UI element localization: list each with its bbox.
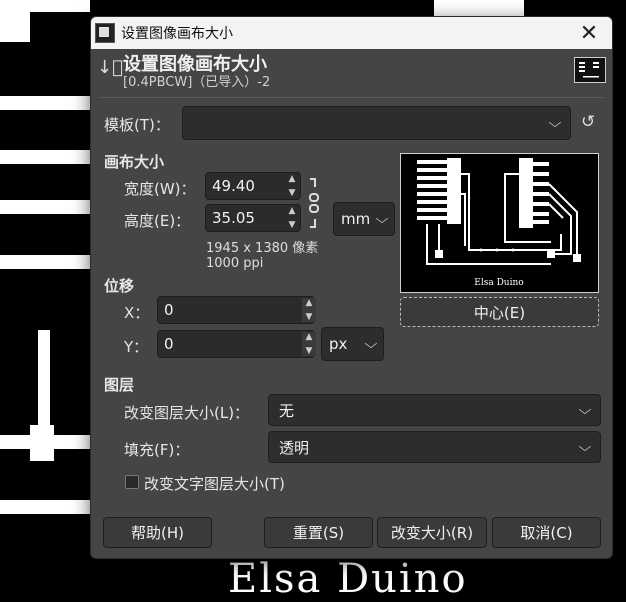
offset-y-stepper[interactable]: ▲ ▼ — [302, 332, 316, 356]
template-select[interactable]: ⌵ — [182, 106, 571, 140]
preview-pcb-image: Elsa Duino — [417, 158, 581, 288]
resize-text-layers-checkbox[interactable] — [125, 475, 139, 489]
resize-layers-label: 改变图层大小(L)： — [124, 404, 250, 422]
header-title: 设置图像画布大小 — [123, 54, 267, 75]
bg-pad — [30, 425, 54, 461]
resize-button[interactable]: 改变大小(R) — [377, 517, 487, 548]
bg-trace — [434, 0, 524, 16]
offset-unit-value: px — [329, 335, 348, 353]
chevron-down-icon: ⌵ — [578, 402, 592, 418]
canvas-size-heading: 画布大小 — [104, 153, 165, 171]
pixel-dimensions: 1945 x 1380 像素 — [206, 241, 319, 256]
fill-select[interactable]: 透明 ⌵ — [268, 431, 601, 463]
reset-button[interactable]: 重置(S) — [264, 517, 373, 548]
offset-heading: 位移 — [104, 277, 135, 295]
chain-link-icon[interactable] — [307, 177, 321, 229]
width-label: 宽度(W)： — [124, 180, 196, 198]
resize-canvas-icon: ↓⃞ — [97, 57, 123, 78]
close-button[interactable]: ✕ — [574, 20, 604, 46]
bg-trace — [38, 330, 50, 430]
template-label: 模板(T)： — [104, 116, 170, 134]
dialog-header: ↓⃞ 设置图像画布大小 [0.4PBCW]（已导入）-2 — [91, 49, 612, 97]
titlebar: 设置图像画布大小 ✕ — [91, 17, 612, 49]
header-subtitle: [0.4PBCW]（已导入）-2 — [123, 75, 271, 90]
bg-trace — [0, 0, 90, 12]
offset-unit-select[interactable]: px ⌵ — [321, 327, 384, 361]
height-label: 高度(E)： — [124, 212, 191, 230]
bg-caption: Elsa Duino — [228, 556, 468, 602]
chevron-down-icon: ⌵ — [548, 115, 562, 131]
preview-caption: Elsa Duino — [474, 278, 523, 288]
chevron-down-icon: ⌵ — [364, 336, 378, 352]
resize-layers-value: 无 — [279, 401, 295, 420]
bg-trace — [0, 500, 90, 514]
fill-label: 填充(F)： — [124, 441, 190, 459]
canvas-size-dialog: 设置图像画布大小 ✕ ↓⃞ 设置图像画布大小 [0.4PBCW]（已导入）-2 … — [90, 16, 613, 559]
offset-x-stepper[interactable]: ▲ ▼ — [302, 298, 316, 322]
bg-trace — [0, 150, 90, 164]
bg-trace — [0, 96, 90, 110]
center-button[interactable]: 中心(E) — [400, 297, 599, 327]
layers-heading: 图层 — [104, 376, 135, 394]
fill-value: 透明 — [279, 438, 310, 457]
resolution: 1000 ppi — [206, 256, 264, 271]
chevron-down-icon: ⌵ — [375, 211, 389, 227]
cancel-button[interactable]: 取消(C) — [492, 517, 601, 548]
canvas-preview[interactable]: Elsa Duino — [400, 153, 599, 293]
bg-trace — [0, 12, 30, 42]
header-separator — [99, 97, 604, 98]
gimp-app-icon — [95, 23, 115, 43]
offset-x-label: X： — [124, 304, 150, 322]
height-stepper[interactable]: ▲ ▼ — [285, 206, 299, 230]
reset-icon[interactable]: ↺ — [581, 112, 595, 132]
offset-y-label: Y： — [124, 338, 149, 356]
bg-trace — [0, 255, 90, 269]
offset-y-input[interactable]: 0 — [157, 330, 315, 358]
resize-layers-select[interactable]: 无 ⌵ — [268, 394, 601, 426]
image-thumbnail-icon — [574, 57, 606, 83]
resize-text-layers-label[interactable]: 改变文字图层大小(T) — [144, 473, 285, 494]
bg-trace — [0, 200, 90, 214]
width-stepper[interactable]: ▲ ▼ — [285, 174, 299, 198]
size-unit-value: mm — [341, 210, 371, 228]
window-title: 设置图像画布大小 — [121, 26, 233, 42]
help-button[interactable]: 帮助(H) — [103, 517, 212, 548]
offset-x-input[interactable]: 0 — [157, 296, 315, 324]
chevron-down-icon: ⌵ — [578, 439, 592, 455]
size-unit-select[interactable]: mm ⌵ — [333, 202, 395, 236]
